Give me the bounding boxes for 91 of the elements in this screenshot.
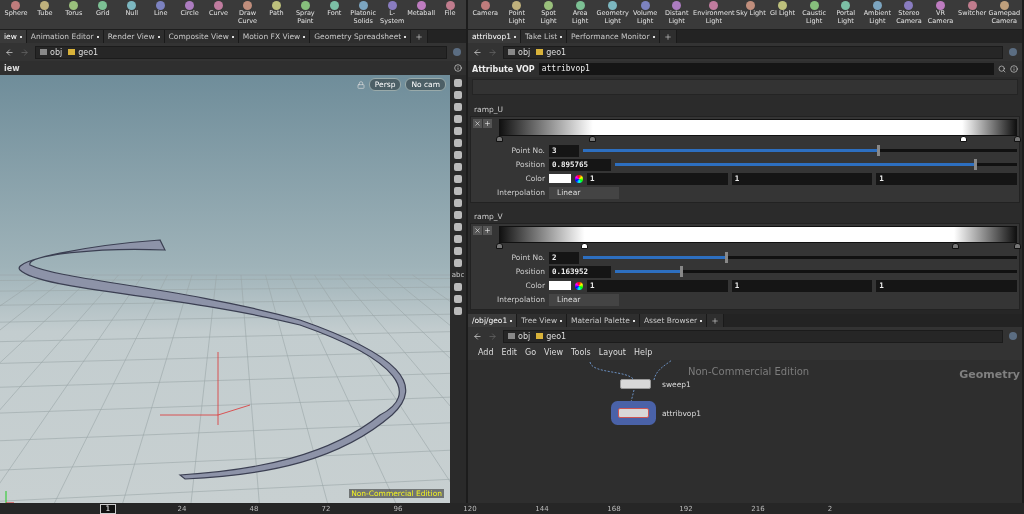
- add-tab-button[interactable]: [707, 314, 725, 327]
- back-icon[interactable]: [473, 47, 482, 57]
- back-icon[interactable]: [5, 47, 14, 57]
- context-label: Geometry: [959, 368, 1020, 381]
- search-icon[interactable]: [998, 65, 1006, 73]
- tool-icon[interactable]: [156, 1, 166, 10]
- tool-icon[interactable]: [242, 1, 252, 10]
- tool-icon[interactable]: [387, 1, 397, 10]
- tool-icon[interactable]: [778, 1, 787, 10]
- tool-icon[interactable]: [214, 1, 224, 10]
- pin-icon[interactable]: [453, 48, 461, 56]
- add-key-button[interactable]: [483, 226, 492, 235]
- info-icon[interactable]: [1010, 65, 1018, 73]
- plus-icon: [663, 32, 672, 41]
- tool-icon[interactable]: [11, 1, 21, 10]
- ramp-key-handle[interactable]: [960, 136, 967, 142]
- ramp-key-handle[interactable]: [496, 243, 503, 249]
- tool-icon[interactable]: [608, 1, 618, 10]
- tool-icon[interactable]: [809, 1, 819, 10]
- plus-icon: [484, 227, 491, 234]
- plus-icon: [711, 316, 720, 325]
- tool-icon[interactable]: [480, 1, 490, 10]
- tool-icon[interactable]: [575, 1, 585, 10]
- ramp-key-handle[interactable]: [1014, 243, 1021, 249]
- tool-icon[interactable]: [709, 1, 719, 10]
- slider-thumb[interactable]: [974, 159, 978, 170]
- close-icon: [474, 227, 481, 234]
- node-name-field[interactable]: attribvop1: [538, 63, 994, 75]
- remove-key-button[interactable]: [473, 119, 482, 128]
- tool-icon[interactable]: [98, 1, 108, 10]
- ramp-key-handle[interactable]: [1014, 136, 1021, 142]
- viewer-title: iew: [4, 63, 20, 73]
- tool-icon[interactable]: [999, 1, 1009, 10]
- color-wheel-icon[interactable]: [575, 174, 583, 183]
- close-icon: [474, 120, 481, 127]
- tool-icon[interactable]: [904, 1, 914, 10]
- slider-thumb[interactable]: [877, 145, 881, 156]
- tool-icon[interactable]: [329, 1, 339, 10]
- pin-icon[interactable]: [1009, 332, 1017, 340]
- color-swatch[interactable]: [549, 281, 571, 290]
- path-field[interactable]: obj geo1: [503, 45, 1003, 59]
- menu-item[interactable]: Go: [525, 348, 537, 357]
- tool-icon[interactable]: [872, 1, 882, 10]
- tool-icon[interactable]: [127, 1, 137, 10]
- menu-item[interactable]: Help: [634, 348, 653, 357]
- ramp-key-handle[interactable]: [580, 243, 588, 249]
- add-key-button[interactable]: [483, 119, 492, 128]
- help-icon[interactable]: [454, 64, 462, 72]
- menu-item[interactable]: Edit: [501, 348, 517, 357]
- tool-icon[interactable]: [300, 1, 310, 10]
- tool-icon[interactable]: [445, 1, 455, 10]
- ramp-key-handle[interactable]: [589, 136, 597, 142]
- watermark-text: Non-Commercial Edition: [688, 366, 810, 377]
- tool-icon[interactable]: [416, 1, 426, 10]
- lock-icon[interactable]: [356, 80, 365, 89]
- back-icon[interactable]: [473, 331, 482, 341]
- plus-icon: [415, 32, 424, 41]
- menu-item[interactable]: Layout: [598, 348, 626, 357]
- tool-icon[interactable]: [358, 1, 368, 10]
- tool-icon[interactable]: [746, 1, 756, 10]
- tool-icon[interactable]: [185, 1, 195, 10]
- color-swatch[interactable]: [549, 174, 571, 183]
- tool-icon[interactable]: [967, 1, 977, 10]
- tool-icon[interactable]: [40, 1, 50, 10]
- plus-icon: [484, 120, 491, 127]
- pin-icon[interactable]: [1009, 48, 1017, 56]
- slider-thumb[interactable]: [679, 266, 683, 277]
- path-field[interactable]: obj geo1: [35, 45, 447, 59]
- tool-icon[interactable]: [512, 1, 522, 10]
- tool-icon[interactable]: [672, 1, 682, 10]
- tool-icon[interactable]: [640, 1, 650, 10]
- remove-key-button[interactable]: [473, 226, 482, 235]
- tool-icon[interactable]: [544, 1, 553, 10]
- tool-icon[interactable]: [841, 1, 851, 10]
- ramp-key-handle[interactable]: [496, 136, 503, 142]
- color-wheel-icon[interactable]: [575, 281, 583, 290]
- node-tile[interactable]: [620, 379, 651, 389]
- menu-item[interactable]: Add: [478, 348, 494, 357]
- tool-icon[interactable]: [271, 1, 281, 10]
- axis-indicator-drawing: [5, 490, 15, 503]
- tool-icon[interactable]: [69, 1, 79, 10]
- path-field[interactable]: obj geo1: [503, 329, 1003, 343]
- add-tab-button[interactable]: [411, 30, 429, 43]
- menu-item[interactable]: View: [544, 348, 564, 357]
- ramp-gradient[interactable]: [499, 226, 1017, 243]
- tool-icon[interactable]: [936, 1, 946, 10]
- menu-item[interactable]: Tools: [571, 348, 591, 357]
- node-type-label: Attribute VOP: [472, 64, 535, 74]
- ramp-key-handle[interactable]: [951, 243, 959, 249]
- slider-thumb[interactable]: [725, 252, 729, 263]
- ramp-gradient[interactable]: [499, 119, 1017, 136]
